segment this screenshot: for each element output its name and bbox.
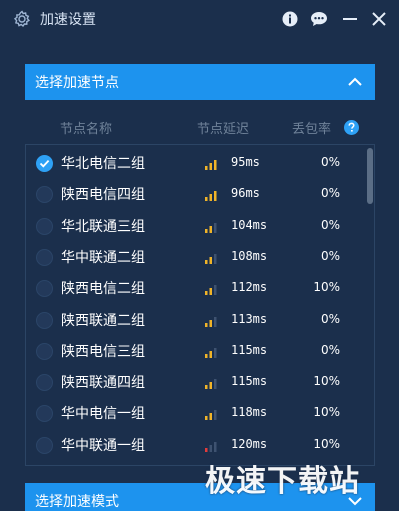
node-name: 华中联通一组 xyxy=(61,437,145,454)
node-row[interactable]: 华中联通二组 108ms 0% xyxy=(26,241,362,272)
signal-strength-icon xyxy=(204,250,218,264)
node-loss-rate: 10% xyxy=(313,405,340,420)
node-latency: 96ms xyxy=(231,186,260,201)
radio-unchecked-icon[interactable] xyxy=(36,311,53,329)
node-latency: 115ms xyxy=(231,374,268,389)
node-name: 华北电信二组 xyxy=(61,156,145,172)
scrollbar[interactable] xyxy=(366,145,374,465)
node-row[interactable]: 华中电信一组 118ms 10% xyxy=(26,397,362,428)
node-name: 陕西电信三组 xyxy=(61,343,145,360)
signal-strength-icon xyxy=(204,187,218,202)
node-name: 华中联通二组 xyxy=(61,249,145,266)
radio-unchecked-icon[interactable] xyxy=(36,280,53,298)
node-section-title: 选择加速节点 xyxy=(35,75,119,91)
signal-strength-icon xyxy=(204,281,218,296)
radio-unchecked-icon[interactable] xyxy=(36,186,53,204)
node-name: 陕西联通四组 xyxy=(61,375,145,392)
node-name: 陕西电信二组 xyxy=(61,281,145,298)
help-icon[interactable] xyxy=(344,120,359,135)
node-loss-rate: 0% xyxy=(320,248,340,263)
node-name: 华中电信一组 xyxy=(61,406,145,423)
info-icon[interactable] xyxy=(280,9,300,29)
node-latency: 104ms xyxy=(231,217,268,232)
signal-strength-icon xyxy=(204,438,218,452)
node-name: 陕西联通二组 xyxy=(61,312,145,329)
column-header-name: 节点名称 xyxy=(60,122,113,137)
signal-strength-icon xyxy=(204,219,218,233)
node-list[interactable]: 华北电信二组 95ms 0% 陕西电信四组 96ms 0% 华北联通三组 104ms 0% 华中联… xyxy=(25,144,375,466)
node-loss-rate: 0% xyxy=(320,217,340,232)
minimize-icon[interactable] xyxy=(340,9,360,29)
node-latency: 108ms xyxy=(231,248,268,263)
radio-unchecked-icon[interactable] xyxy=(36,217,53,235)
radio-checked-icon[interactable] xyxy=(36,155,53,172)
node-loss-rate: 10% xyxy=(313,280,340,295)
radio-unchecked-icon[interactable] xyxy=(36,405,53,423)
column-header-latency: 节点延迟 xyxy=(197,122,250,137)
node-row[interactable]: 陕西联通二组 113ms 0% xyxy=(26,304,362,335)
radio-unchecked-icon[interactable] xyxy=(36,374,53,392)
signal-strength-icon xyxy=(204,313,218,327)
node-latency: 113ms xyxy=(231,311,268,326)
node-name: 华北联通三组 xyxy=(61,218,145,235)
node-latency: 112ms xyxy=(231,280,268,295)
node-row[interactable]: 陕西联通四组 115ms 10% xyxy=(26,366,362,397)
node-row[interactable]: 华北联通三组 104ms 0% xyxy=(26,210,362,241)
node-latency: 95ms xyxy=(231,155,260,169)
node-latency: 120ms xyxy=(231,436,268,451)
radio-unchecked-icon[interactable] xyxy=(36,248,53,266)
node-section-header[interactable]: 选择加速节点 xyxy=(25,64,375,100)
gear-icon xyxy=(12,9,32,29)
signal-strength-icon xyxy=(204,406,218,421)
column-header-loss: 丢包率 xyxy=(292,122,332,137)
node-row[interactable]: 陕西电信二组 112ms 10% xyxy=(26,272,362,303)
chat-icon[interactable] xyxy=(309,9,329,29)
node-latency: 118ms xyxy=(231,405,268,420)
node-row[interactable]: 陕西电信四组 96ms 0% xyxy=(26,178,362,209)
node-row[interactable]: 陕西电信三组 115ms 0% xyxy=(26,335,362,366)
node-loss-rate: 0% xyxy=(320,311,340,326)
node-loss-rate: 10% xyxy=(313,374,340,389)
chevron-up-icon[interactable] xyxy=(347,74,363,90)
node-latency: 115ms xyxy=(231,342,268,357)
window-title: 加速设置 xyxy=(40,12,96,28)
node-loss-rate: 0% xyxy=(320,342,340,357)
signal-strength-icon xyxy=(204,156,218,170)
radio-unchecked-icon[interactable] xyxy=(36,436,53,454)
node-name: 陕西电信四组 xyxy=(61,187,145,204)
scroll-thumb[interactable] xyxy=(367,148,373,204)
node-loss-rate: 10% xyxy=(313,436,340,451)
mode-section-title: 选择加速模式 xyxy=(35,494,119,510)
close-icon[interactable] xyxy=(369,9,389,29)
node-loss-rate: 0% xyxy=(320,186,340,201)
radio-unchecked-icon[interactable] xyxy=(36,342,53,360)
title-bar: 加速设置 xyxy=(0,0,399,38)
node-row[interactable]: 华北电信二组 95ms 0% xyxy=(26,147,362,178)
signal-strength-icon xyxy=(204,344,218,358)
node-loss-rate: 0% xyxy=(320,155,340,169)
watermark: 极速下载站 xyxy=(205,464,360,499)
signal-strength-icon xyxy=(204,375,218,390)
